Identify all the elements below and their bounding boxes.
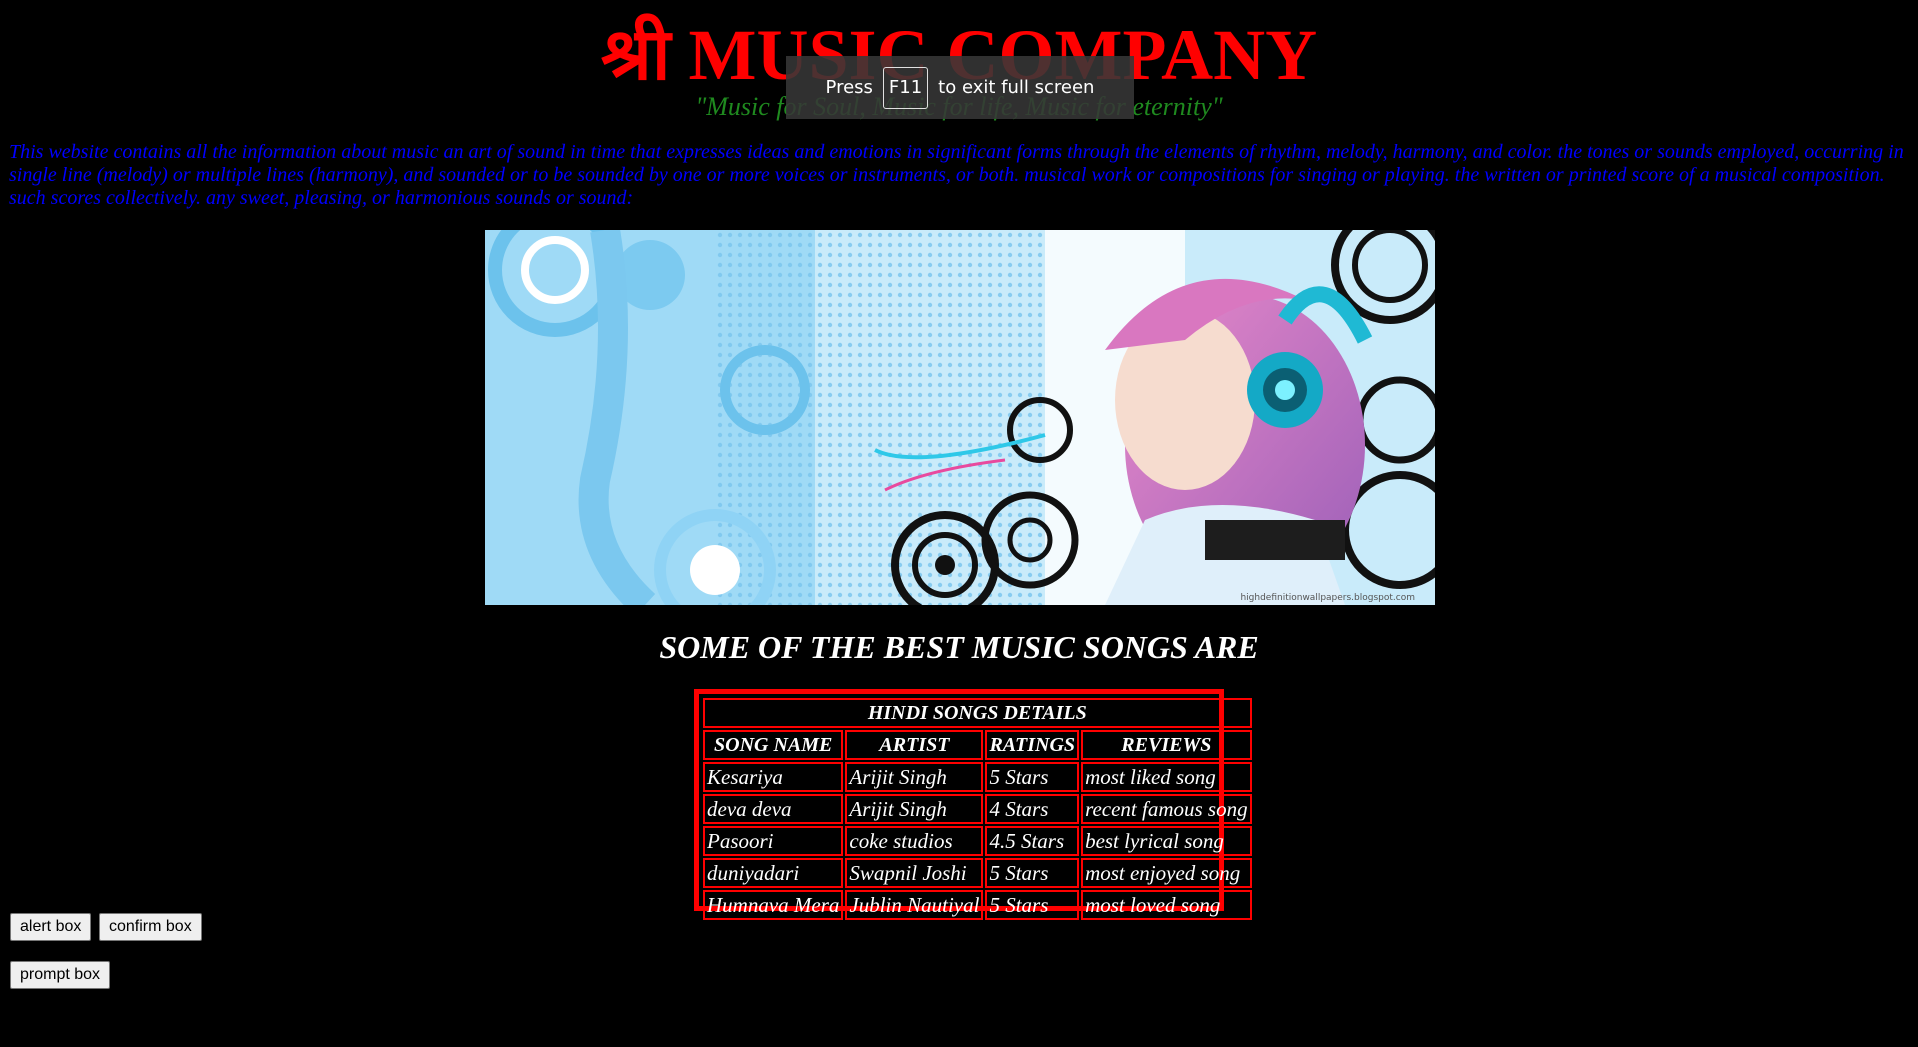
cell-review: most liked song [1081,762,1252,792]
cell-review: best lyrical song [1081,826,1252,856]
column-header-ratings: RATINGS [985,730,1080,760]
table-row: Pasoori coke studios 4.5 Stars best lyri… [703,826,1252,856]
cell-artist: Jublin Nautiyal [845,890,984,920]
cell-rating: 5 Stars [985,858,1080,888]
cell-song-name: deva deva [703,794,844,824]
column-header-reviews: REVIEWS [1081,730,1252,760]
column-header-song-name: SONG NAME [703,730,844,760]
table-caption: HINDI SONGS DETAILS [703,698,1252,728]
banner-watermark: highdefinitionwallpapers.blogspot.com [1240,593,1415,603]
fullscreen-notice: Press F11 to exit full screen [786,56,1134,119]
table-caption-row: HINDI SONGS DETAILS [703,698,1252,728]
cell-song-name: Kesariya [703,762,844,792]
table-row: deva deva Arijit Singh 4 Stars recent fa… [703,794,1252,824]
column-header-artist: ARTIST [845,730,984,760]
section-heading: SOME OF THE BEST MUSIC SONGS ARE [659,629,1259,665]
cell-rating: 5 Stars [985,762,1080,792]
cell-review: most enjoyed song [1081,858,1252,888]
cell-rating: 4.5 Stars [985,826,1080,856]
cell-song-name: duniyadari [703,858,844,888]
cell-artist: Arijit Singh [845,762,984,792]
page: श्री MUSIC COMPANY "Music for Soul, Musi… [0,0,1918,1047]
f11-key: F11 [882,66,929,109]
cell-artist: Arijit Singh [845,794,984,824]
cell-song-name: Humnava Mera [703,890,844,920]
songs-table: HINDI SONGS DETAILS SONG NAME ARTIST RAT… [701,696,1254,922]
banner-image: highdefinitionwallpapers.blogspot.com [485,230,1435,605]
intro-paragraph: This website contains all the informatio… [9,141,1904,209]
confirm-box-button[interactable]: confirm box [99,913,202,941]
prompt-box-button[interactable]: prompt box [10,961,111,989]
cell-artist: Swapnil Joshi [845,858,984,888]
table-row: duniyadari Swapnil Joshi 5 Stars most en… [703,858,1252,888]
table-row: Kesariya Arijit Singh 5 Stars most liked… [703,762,1252,792]
cell-rating: 4 Stars [985,794,1080,824]
cell-review: recent famous song [1081,794,1252,824]
alert-box-button[interactable]: alert box [10,913,92,941]
cell-rating: 5 Stars [985,890,1080,920]
table-header-row: SONG NAME ARTIST RATINGS REVIEWS [703,730,1252,760]
table-row: Humnava Mera Jublin Nautiyal 5 Stars mos… [703,890,1252,920]
fullscreen-notice-press: Press [825,77,873,98]
music-girl-illustration: highdefinitionwallpapers.blogspot.com [485,230,1435,605]
cell-review: most loved song [1081,890,1252,920]
cell-artist: coke studios [845,826,984,856]
fullscreen-notice-text: to exit full screen [938,77,1095,98]
songs-table-frame: HINDI SONGS DETAILS SONG NAME ARTIST RAT… [694,689,1252,920]
cell-song-name: Pasoori [703,826,844,856]
